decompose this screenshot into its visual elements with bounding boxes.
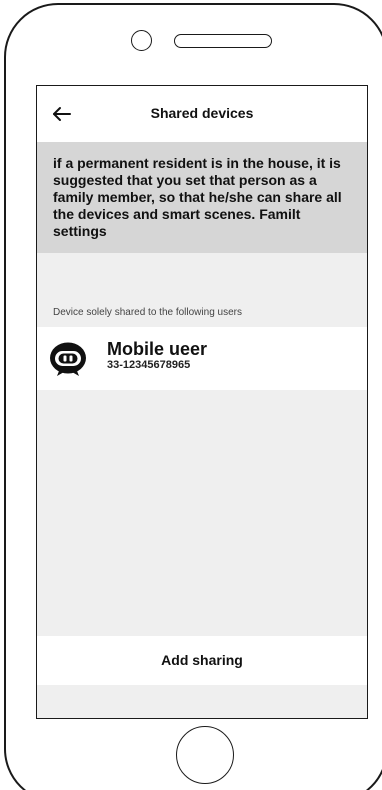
page-title: Shared devices: [150, 105, 254, 121]
shared-user-item[interactable]: Mobile ueer 33-12345678965: [37, 327, 367, 390]
navigation-bar: Shared devices: [37, 86, 367, 142]
shared-users-section-label: Device solely shared to the following us…: [53, 307, 242, 318]
camera-icon: [131, 30, 152, 51]
user-phone: 33-12345678965: [107, 359, 191, 371]
add-sharing-button[interactable]: Add sharing: [37, 636, 367, 685]
home-button[interactable]: [176, 726, 234, 784]
user-name: Mobile ueer: [107, 339, 208, 359]
family-member-notice: if a permanent resident is in the house,…: [37, 142, 367, 253]
speaker-icon: [174, 34, 272, 48]
app-screen: Shared devices if a permanent resident i…: [36, 85, 368, 719]
robot-avatar-icon: [50, 342, 86, 376]
notice-text[interactable]: if a permanent resident is in the house,…: [53, 155, 357, 240]
